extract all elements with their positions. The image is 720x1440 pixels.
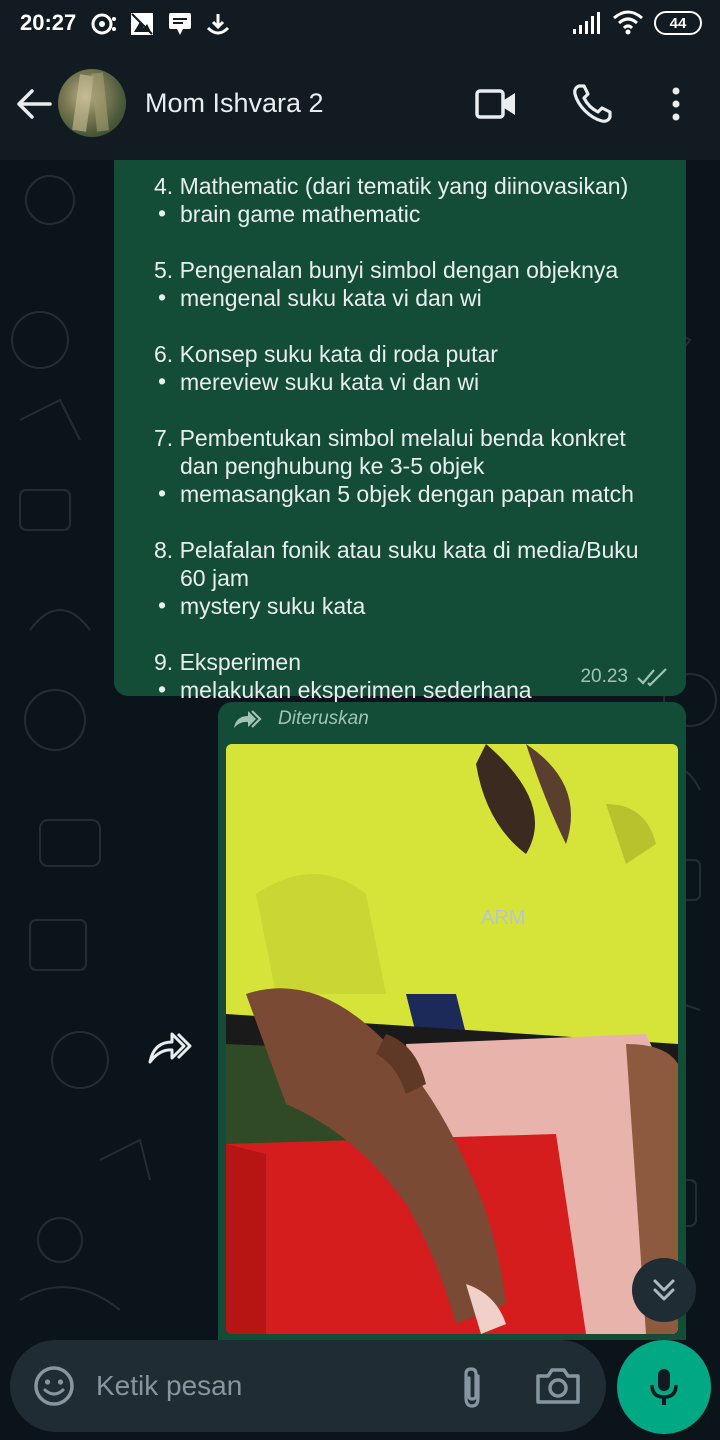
chat-header: Mom Ishvara 2 [0,50,720,160]
phone-icon[interactable] [570,82,614,126]
video-call-icon[interactable] [474,82,518,126]
message-time: 20.23 [580,666,628,687]
forwarded-label: Diteruskan [278,708,369,729]
signal-icon [573,12,600,34]
list-item-title-6: 6. Konsep suku kata di roda putar [154,341,498,367]
wifi-icon [613,10,643,35]
svg-text:ARM: ARM [481,907,525,929]
list-item-title-4: 4. Mathematic (dari tematik yang diinova… [154,173,629,199]
back-arrow-icon[interactable] [14,84,54,124]
chat-area[interactable]: 4. Mathematic (dari tematik yang diinova… [0,160,720,1340]
message-bubble-text[interactable]: 4. Mathematic (dari tematik yang diinova… [114,160,686,703]
list-item-detail-8: mystery suku kata [180,593,366,619]
list-item-title-8-cont: 60 jam [180,565,250,591]
camera-icon[interactable] [534,1364,582,1408]
list-item-title-7: 7. Pembentukan simbol melalui benda konk… [154,425,626,451]
bullet: • [158,368,167,394]
bullet: • [158,676,167,702]
message-input[interactable] [96,1366,426,1406]
list-item-detail-9: melakukan eksperimen sederhana [180,677,532,703]
voice-record-button[interactable] [617,1340,711,1434]
list-item-title-5: 5. Pengenalan bunyi simbol dengan objekn… [154,257,619,283]
forwarded-indicator: Diteruskan [232,708,369,730]
bullet: • [158,200,167,226]
list-item-detail-6: mereview suku kata vi dan wi [180,369,480,395]
list-item-detail-7: memasangkan 5 objek dengan papan match [180,481,634,507]
bullet: • [158,284,167,310]
message-meta: 20.23 [580,666,668,688]
status-icons-left [90,10,232,38]
list-item-title-9: 9. Eksperimen [154,649,302,675]
whatsapp-status-icon [91,13,116,35]
list-item-title-7-cont: dan penghubung ke 3-5 objek [180,453,485,479]
status-icons-right: 44 [572,10,702,36]
list-item-title-8: 8. Pelafalan fonik atau suku kata di med… [154,537,639,563]
message-photo[interactable]: ARM [226,744,678,1334]
emoji-icon[interactable] [32,1364,76,1408]
forward-share-icon[interactable] [142,1018,198,1074]
scroll-to-bottom-button[interactable] [632,1258,696,1322]
microphone-icon [650,1369,678,1405]
composer-pill [10,1340,606,1432]
more-vert-icon[interactable] [654,82,698,126]
contact-name[interactable]: Mom Ishvara 2 [145,88,324,119]
list-item-detail-4: brain game mathematic [180,201,421,227]
message-icon [169,13,191,35]
message-bubble-image[interactable]: Diteruskan ARM [218,702,686,1340]
attach-icon[interactable] [450,1364,494,1412]
download-icon [206,14,230,35]
bullet: • [158,480,167,506]
status-bar: 20:27 44 [0,0,720,50]
double-chevron-down-icon [653,1279,675,1301]
avatar[interactable] [58,69,126,137]
list-item-detail-5: mengenal suku kata vi dan wi [180,285,482,311]
bullet: • [158,592,167,618]
gallery-icon [131,13,153,35]
message-composer [0,1340,720,1440]
forwarded-icon [234,710,262,728]
status-time: 20:27 [20,10,77,35]
double-check-icon [637,668,667,687]
battery-level: 44 [669,14,687,32]
battery-icon: 44 [654,11,702,35]
